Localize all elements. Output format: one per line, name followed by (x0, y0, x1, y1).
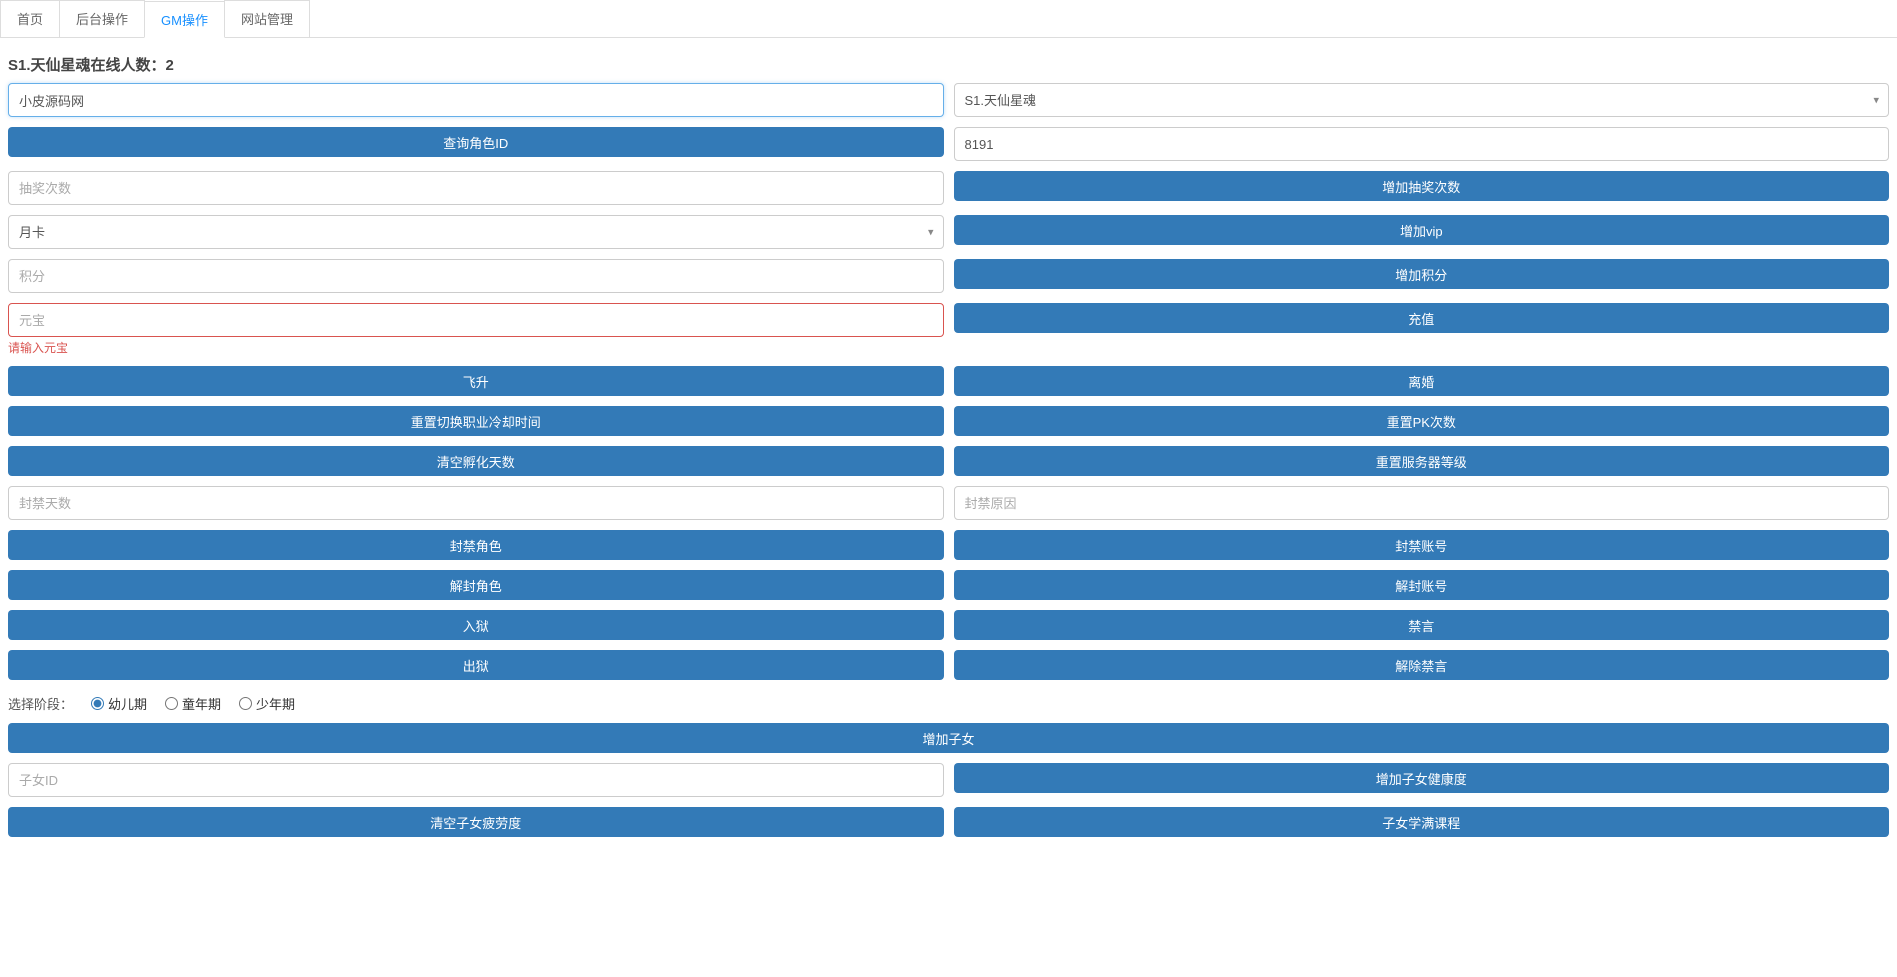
tab-site[interactable]: 网站管理 (224, 0, 310, 37)
child-learn-button[interactable]: 子女学满课程 (954, 807, 1890, 837)
unban-account-button[interactable]: 解封账号 (954, 570, 1890, 600)
stage-opt-infant[interactable]: 幼儿期 (91, 694, 147, 713)
clear-child-fatigue-button[interactable]: 清空子女疲劳度 (8, 807, 944, 837)
player-id-input[interactable] (954, 127, 1890, 161)
reset-server-level-button[interactable]: 重置服务器等级 (954, 446, 1890, 476)
stage-label: 选择阶段： (8, 694, 73, 713)
add-points-button[interactable]: 增加积分 (954, 259, 1890, 289)
reset-job-cd-button[interactable]: 重置切换职业冷却时间 (8, 406, 944, 436)
jail-button[interactable]: 入狱 (8, 610, 944, 640)
mute-button[interactable]: 禁言 (954, 610, 1890, 640)
stage-radio-infant[interactable] (91, 697, 104, 710)
divorce-button[interactable]: 离婚 (954, 366, 1890, 396)
add-lottery-button[interactable]: 增加抽奖次数 (954, 171, 1890, 201)
stage-opt-infant-label: 幼儿期 (108, 694, 147, 713)
online-count: 2 (166, 57, 174, 74)
tab-bar: 首页 后台操作 GM操作 网站管理 (0, 0, 1897, 38)
online-header: S1.天仙星魂在线人数：2 (8, 46, 1889, 83)
ban-account-button[interactable]: 封禁账号 (954, 530, 1890, 560)
add-child-health-button[interactable]: 增加子女健康度 (954, 763, 1890, 793)
online-prefix: S1.天仙星魂在线人数： (8, 57, 166, 74)
unban-role-button[interactable]: 解封角色 (8, 570, 944, 600)
stage-opt-youth[interactable]: 少年期 (239, 694, 295, 713)
tab-home[interactable]: 首页 (0, 0, 60, 37)
clear-hatch-button[interactable]: 清空孵化天数 (8, 446, 944, 476)
server-select[interactable]: S1.天仙星魂 (954, 83, 1890, 117)
stage-opt-youth-label: 少年期 (256, 694, 295, 713)
ascend-button[interactable]: 飞升 (8, 366, 944, 396)
points-input[interactable] (8, 259, 944, 293)
ban-days-input[interactable] (8, 486, 944, 520)
tab-gm[interactable]: GM操作 (144, 1, 225, 38)
player-name-input[interactable] (8, 83, 944, 117)
query-role-id-button[interactable]: 查询角色ID (8, 127, 944, 157)
yuanbao-error: 请输入元宝 (8, 339, 944, 356)
tab-backend[interactable]: 后台操作 (59, 0, 145, 37)
stage-opt-child-label: 童年期 (182, 694, 221, 713)
add-vip-button[interactable]: 增加vip (954, 215, 1890, 245)
reset-pk-button[interactable]: 重置PK次数 (954, 406, 1890, 436)
stage-row: 选择阶段： 幼儿期 童年期 少年期 (8, 690, 1889, 723)
lottery-count-input[interactable] (8, 171, 944, 205)
stage-radio-child[interactable] (165, 697, 178, 710)
yuanbao-input[interactable] (8, 303, 944, 337)
add-child-button[interactable]: 增加子女 (8, 723, 1889, 753)
ban-role-button[interactable]: 封禁角色 (8, 530, 944, 560)
vip-select[interactable]: 月卡 (8, 215, 944, 249)
stage-opt-child[interactable]: 童年期 (165, 694, 221, 713)
stage-radio-youth[interactable] (239, 697, 252, 710)
unmute-button[interactable]: 解除禁言 (954, 650, 1890, 680)
unjail-button[interactable]: 出狱 (8, 650, 944, 680)
child-id-input[interactable] (8, 763, 944, 797)
ban-reason-input[interactable] (954, 486, 1890, 520)
recharge-button[interactable]: 充值 (954, 303, 1890, 333)
